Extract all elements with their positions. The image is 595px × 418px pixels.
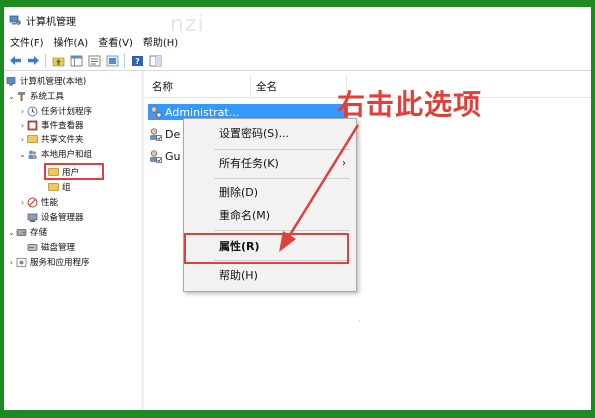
annotation-arrow [279, 124, 360, 252]
screenshot-frame: 计算机管理 nzi 文件(F) 操作(A) 查看(V) 帮助(H) ? 计算机管… [0, 0, 595, 418]
cursor-dot: · [358, 317, 361, 326]
